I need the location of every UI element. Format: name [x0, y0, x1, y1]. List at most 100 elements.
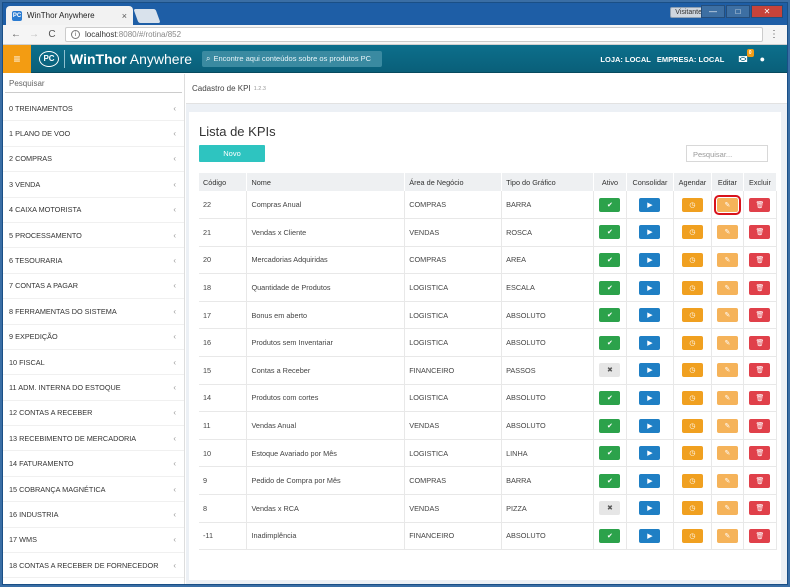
column-header[interactable]: Área de Negócio [404, 173, 503, 191]
sidebar-search-input[interactable]: Pesquisar [5, 77, 182, 93]
schedule-clock-icon[interactable]: ◷ [681, 225, 703, 240]
schedule-clock-icon[interactable]: ◷ [681, 501, 703, 516]
company-label[interactable]: EMPRESA: LOCAL [657, 55, 725, 64]
consolidate-play-icon[interactable]: ▶ [639, 363, 661, 378]
sidebar-item[interactable]: 12 CONTAS A RECEBER ‹ [3, 401, 184, 427]
new-button[interactable]: Novo [199, 145, 265, 162]
new-tab-button[interactable] [133, 9, 161, 23]
schedule-clock-icon[interactable]: ◷ [681, 197, 703, 212]
consolidate-play-icon[interactable]: ▶ [639, 390, 661, 405]
sidebar-item[interactable]: 17 WMS ‹ [3, 528, 184, 554]
active-check-icon[interactable]: ✔ [599, 225, 621, 240]
consolidate-play-icon[interactable]: ▶ [639, 473, 661, 488]
trash-icon[interactable]: 🗑 [749, 418, 771, 433]
consolidate-play-icon[interactable]: ▶ [639, 225, 661, 240]
active-check-icon[interactable]: ✔ [599, 473, 621, 488]
trash-icon[interactable]: 🗑 [749, 446, 771, 461]
edit-icon[interactable]: ✎ [716, 473, 738, 488]
close-window-button[interactable]: ✕ [751, 5, 783, 18]
schedule-clock-icon[interactable]: ◷ [681, 473, 703, 488]
schedule-clock-icon[interactable]: ◷ [681, 528, 703, 543]
edit-icon[interactable]: ✎ [716, 363, 738, 378]
sidebar-item[interactable]: 16 INDUSTRIA ‹ [3, 502, 184, 528]
sidebar-item[interactable]: 8 FERRAMENTAS DO SISTEMA ‹ [3, 299, 184, 325]
edit-icon[interactable]: ✎ [716, 418, 738, 433]
sidebar-item[interactable]: 14 FATURAMENTO ‹ [3, 451, 184, 477]
sidebar-item[interactable]: 15 COBRANÇA MAGNÉTICA ‹ [3, 477, 184, 503]
sidebar-item[interactable]: 5 PROCESSAMENTO ‹ [3, 223, 184, 249]
edit-icon[interactable]: ✎ [716, 280, 738, 295]
browser-tab[interactable]: PC WinThor Anywhere × [6, 6, 133, 25]
maximize-button[interactable]: □ [726, 5, 750, 18]
sidebar-item[interactable]: 6 TESOURARIA ‹ [3, 248, 184, 274]
minimize-button[interactable]: — [701, 5, 725, 18]
user-icon[interactable]: ● [760, 54, 765, 64]
trash-icon[interactable]: 🗑 [749, 280, 771, 295]
active-check-icon[interactable]: ✔ [599, 308, 621, 323]
url-input[interactable]: i localhost:8080/#/rotina/852 [65, 27, 763, 42]
schedule-clock-icon[interactable]: ◷ [681, 418, 703, 433]
sidebar-item[interactable]: 10 FISCAL ‹ [3, 350, 184, 376]
column-header[interactable]: Código [199, 173, 248, 191]
edit-icon[interactable]: ✎ [716, 308, 738, 323]
edit-icon[interactable]: ✎ [716, 446, 738, 461]
reload-icon[interactable]: C [45, 29, 59, 40]
column-header[interactable]: Agendar [673, 173, 712, 191]
schedule-clock-icon[interactable]: ◷ [681, 280, 703, 295]
edit-icon[interactable]: ✎ [716, 501, 738, 516]
consolidate-play-icon[interactable]: ▶ [639, 418, 661, 433]
schedule-clock-icon[interactable]: ◷ [681, 390, 703, 405]
trash-icon[interactable]: 🗑 [749, 501, 771, 516]
consolidate-play-icon[interactable]: ▶ [639, 252, 661, 267]
store-label[interactable]: LOJA: LOCAL [600, 55, 650, 64]
inactive-x-icon[interactable]: ✖ [599, 501, 621, 516]
active-check-icon[interactable]: ✔ [599, 197, 621, 212]
active-check-icon[interactable]: ✔ [599, 528, 621, 543]
edit-icon[interactable]: ✎ [716, 252, 738, 267]
schedule-clock-icon[interactable]: ◷ [681, 252, 703, 267]
active-check-icon[interactable]: ✔ [599, 280, 621, 295]
trash-icon[interactable]: 🗑 [749, 252, 771, 267]
sidebar-item[interactable]: 18 CONTAS A RECEBER DE FORNECEDOR ‹ [3, 553, 184, 579]
consolidate-play-icon[interactable]: ▶ [639, 197, 661, 212]
column-header[interactable]: Nome [246, 173, 406, 191]
sidebar-item[interactable]: 9 EXPEDIÇÃO ‹ [3, 325, 184, 350]
sidebar-item[interactable]: 3 VENDA ‹ [3, 172, 184, 198]
trash-icon[interactable]: 🗑 [749, 390, 771, 405]
active-check-icon[interactable]: ✔ [599, 418, 621, 433]
trash-icon[interactable]: 🗑 [749, 335, 771, 350]
trash-icon[interactable]: 🗑 [749, 473, 771, 488]
consolidate-play-icon[interactable]: ▶ [639, 501, 661, 516]
sidebar-item[interactable]: 0 TREINAMENTOS ‹ [3, 96, 184, 122]
trash-icon[interactable]: 🗑 [749, 225, 771, 240]
edit-icon[interactable]: ✎ [716, 335, 738, 350]
info-icon[interactable]: i [71, 30, 80, 39]
sidebar-item[interactable]: 11 ADM. INTERNA DO ESTOQUE ‹ [3, 375, 184, 401]
trash-icon[interactable]: 🗑 [749, 528, 771, 543]
schedule-clock-icon[interactable]: ◷ [681, 363, 703, 378]
consolidate-play-icon[interactable]: ▶ [639, 308, 661, 323]
consolidate-play-icon[interactable]: ▶ [639, 280, 661, 295]
trash-icon[interactable]: 🗑 [749, 363, 771, 378]
edit-icon[interactable]: ✎ [716, 528, 738, 543]
sidebar-item[interactable]: 2 COMPRAS ‹ [3, 147, 184, 173]
trash-icon[interactable]: 🗑 [749, 308, 771, 323]
hamburger-menu-icon[interactable]: ≡ [3, 44, 31, 73]
edit-icon[interactable]: ✎ [716, 225, 738, 240]
edit-icon[interactable]: ✎ [713, 194, 741, 215]
schedule-clock-icon[interactable]: ◷ [681, 308, 703, 323]
sidebar-item[interactable]: 7 CONTAS A PAGAR ‹ [3, 274, 184, 300]
active-check-icon[interactable]: ✔ [599, 446, 621, 461]
consolidate-play-icon[interactable]: ▶ [639, 335, 661, 350]
inactive-x-icon[interactable]: ✖ [599, 363, 621, 378]
active-check-icon[interactable]: ✔ [599, 390, 621, 405]
browser-menu-icon[interactable]: ⋮ [767, 29, 781, 40]
column-header[interactable]: Tipo do Gráfico [501, 173, 594, 191]
column-header[interactable]: Editar [711, 173, 744, 191]
column-header[interactable]: Consolidar [626, 173, 674, 191]
column-header[interactable]: Excluir [743, 173, 778, 191]
consolidate-play-icon[interactable]: ▶ [639, 528, 661, 543]
table-search-input[interactable]: Pesquisar... [686, 145, 768, 162]
tab-close-icon[interactable]: × [122, 11, 127, 21]
sidebar-item[interactable]: 1 PLANO DE VOO ‹ [3, 121, 184, 147]
